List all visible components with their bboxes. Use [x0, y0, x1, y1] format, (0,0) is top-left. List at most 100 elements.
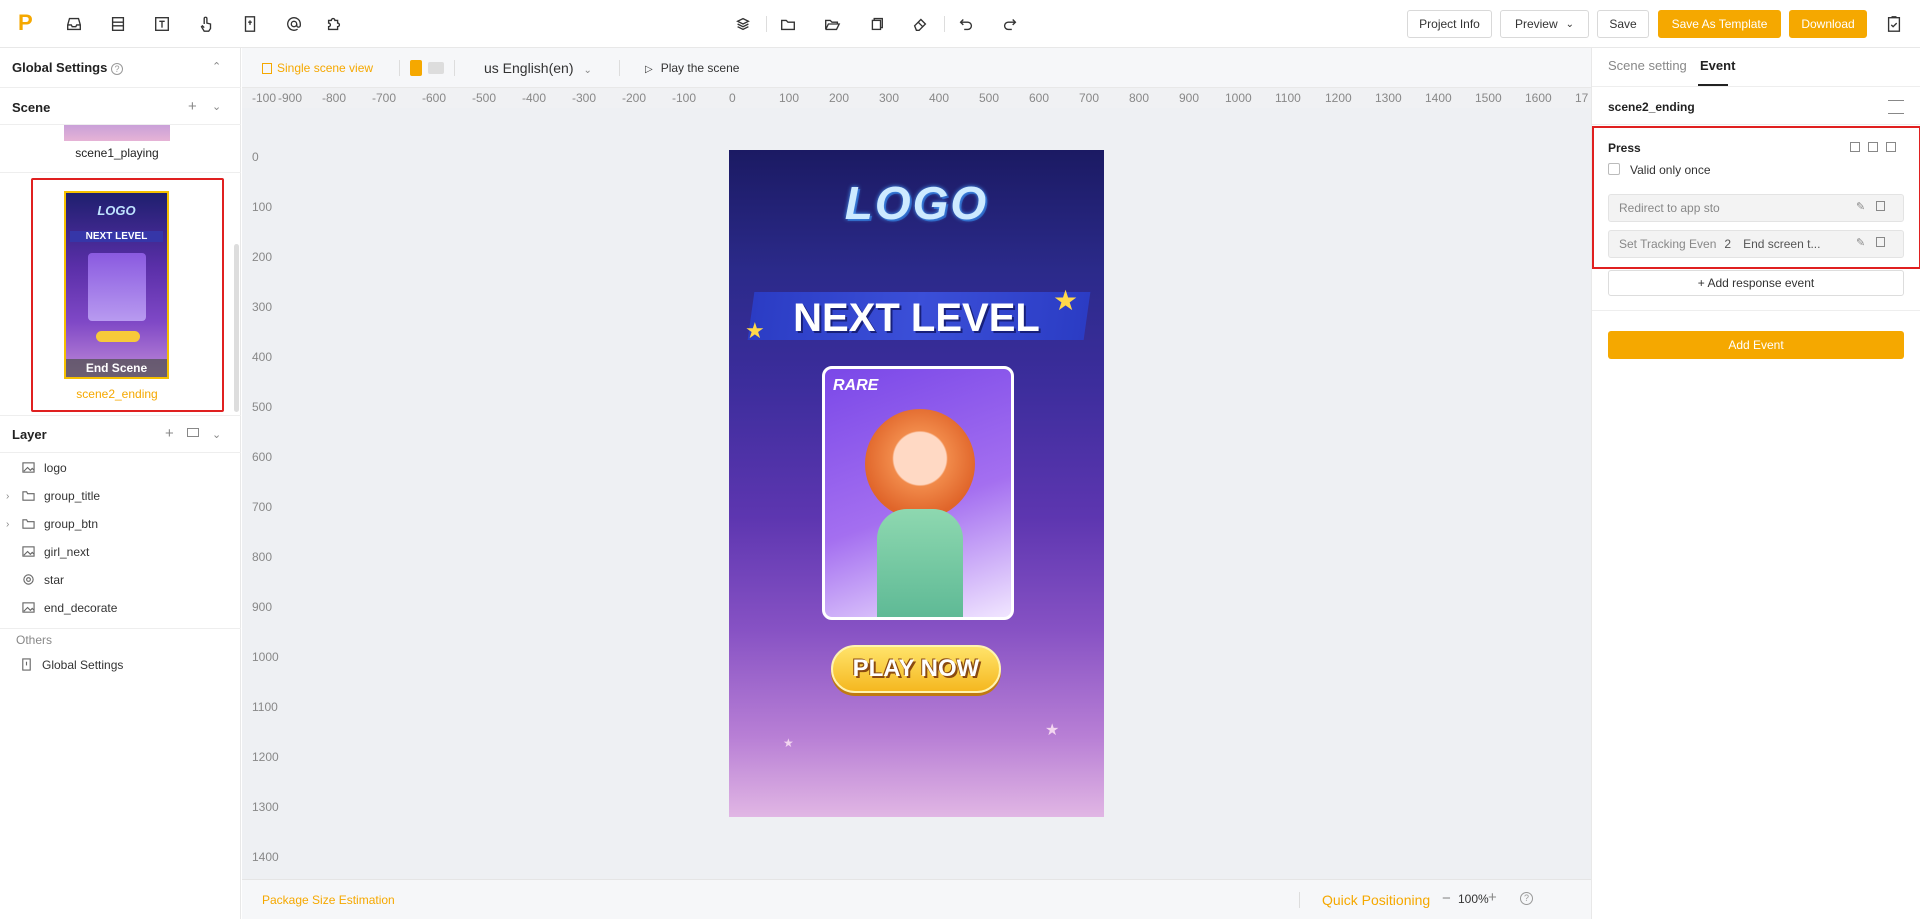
global-settings-header[interactable]: Global Settings ? [12, 60, 123, 75]
text-icon[interactable] [152, 14, 172, 34]
help-icon[interactable]: ? [110, 63, 123, 75]
edit-icon[interactable]: ✎ [1856, 236, 1865, 249]
play-scene-label: Play the scene [660, 61, 740, 75]
expand-arrow-icon[interactable]: › [6, 519, 22, 530]
at-icon[interactable] [284, 14, 304, 34]
color-swatch-gray[interactable] [428, 62, 444, 74]
layer-row-group-btn[interactable]: › group_btn [0, 511, 240, 537]
preview-dropdown[interactable]: Preview ⌄ [1500, 10, 1589, 38]
scene1-label[interactable]: scene1_playing [0, 146, 234, 160]
download-button[interactable]: Download [1789, 10, 1867, 38]
project-info-button[interactable]: Project Info [1407, 10, 1492, 38]
ruler-y-label: 1000 [252, 650, 279, 664]
scene-section-title: Scene [12, 100, 51, 115]
spine-icon [22, 573, 36, 587]
scene-artboard[interactable]: LOGO NEXT LEVEL ★ ★ RARE PLAY NOW ★ ★ [729, 150, 1104, 817]
layer-chevron-icon[interactable]: ⌄ [212, 428, 221, 441]
eraser-icon[interactable] [910, 14, 930, 34]
expand-arrow-icon[interactable]: › [6, 491, 22, 502]
scene2-thumbnail[interactable]: LOGO NEXT LEVEL End Scene [64, 191, 169, 379]
layer-row-group-title[interactable]: › group_title [0, 483, 240, 509]
ruler-y-label: 0 [252, 150, 259, 164]
others-global-settings[interactable]: Global Settings [0, 652, 240, 678]
ruler-x-label: -100 [672, 91, 697, 105]
add-folder-icon[interactable] [187, 428, 199, 437]
layer-label: group_btn [44, 517, 99, 531]
package-size-link[interactable]: Package Size Estimation [262, 893, 395, 907]
top-toolbar: P Project Info Preview ⌄ Save Save As Tem… [0, 0, 1920, 48]
help-icon[interactable]: ? [1520, 892, 1533, 905]
phone-frame-icon[interactable] [240, 14, 260, 34]
valid-once-checkbox[interactable] [1608, 163, 1620, 175]
save-as-template-button[interactable]: Save As Template [1658, 10, 1781, 38]
language-select[interactable]: us English(en) ⌄ [484, 60, 592, 76]
art-card[interactable]: RARE [822, 366, 1014, 620]
layout-icon[interactable] [108, 14, 128, 34]
delete-icon[interactable] [1876, 237, 1885, 247]
ruler-x-label: 700 [1079, 91, 1100, 105]
settings-sliders-icon[interactable] [1888, 100, 1904, 114]
art-girl-hair [865, 409, 975, 519]
redo-icon[interactable] [1000, 14, 1020, 34]
ruler-x-label: -600 [422, 91, 447, 105]
layer-row-end-decorate[interactable]: end_decorate [0, 595, 240, 621]
scene-chevron-icon[interactable]: ⌄ [212, 100, 221, 113]
tab-event[interactable]: Event [1700, 58, 1735, 73]
scene-scrollbar[interactable] [234, 244, 239, 412]
folder-open-icon[interactable] [822, 14, 842, 34]
add-event-button[interactable]: Add Event [1608, 331, 1904, 359]
global-settings-label: Global Settings [12, 60, 108, 75]
thumb-card [88, 253, 146, 321]
ruler-x-label: 17 [1575, 91, 1589, 105]
folder-icon [22, 489, 36, 503]
layer-row-star[interactable]: star [0, 567, 240, 593]
layer-row-logo[interactable]: logo [0, 455, 240, 481]
ruler-x-label: -300 [572, 91, 597, 105]
ruler-y-label: 1100 [252, 700, 278, 714]
others-title: Others [16, 633, 53, 647]
zoom-out-icon[interactable]: − [1442, 890, 1451, 907]
edit-icon[interactable]: ✎ [1856, 200, 1865, 213]
layer-label: girl_next [44, 545, 90, 559]
single-scene-view-toggle[interactable]: Single scene view [262, 61, 373, 75]
copy-icon[interactable] [866, 14, 886, 34]
add-scene-icon[interactable]: + [188, 98, 197, 115]
thumb-logo: LOGO [97, 203, 136, 218]
layer-label: group_title [44, 489, 101, 503]
delete-icon[interactable] [1876, 201, 1885, 211]
ruler-x-label: 1600 [1525, 91, 1552, 105]
scene2-label[interactable]: scene2_ending [0, 387, 234, 401]
add-response-button[interactable]: + Add response event [1608, 270, 1904, 296]
play-scene-button[interactable]: ▷ Play the scene [645, 61, 739, 75]
inbox-icon[interactable] [64, 14, 84, 34]
color-swatch-orange[interactable] [410, 60, 422, 76]
ruler-x-label: 1300 [1375, 91, 1402, 105]
single-scene-label: Single scene view [277, 61, 374, 75]
ruler-x-label: 1200 [1325, 91, 1352, 105]
thumb-title: NEXT LEVEL [70, 231, 163, 242]
plugin-icon[interactable] [324, 14, 344, 34]
layer-label: logo [44, 461, 67, 475]
scene1-thumbnail[interactable] [64, 125, 170, 141]
art-cta-label: PLAY NOW [852, 655, 980, 682]
art-logo[interactable]: LOGO [729, 176, 1104, 230]
event-delete-icon[interactable] [1886, 142, 1896, 152]
add-layer-icon[interactable]: + [165, 425, 174, 442]
event-edit-icon[interactable] [1850, 142, 1860, 152]
zoom-in-icon[interactable]: + [1488, 889, 1497, 906]
save-button[interactable]: Save [1597, 10, 1649, 38]
layer-row-girl-next[interactable]: girl_next [0, 539, 240, 565]
layer-label: end_decorate [44, 601, 118, 615]
quick-positioning-button[interactable]: Quick Positioning [1322, 892, 1430, 908]
folder-icon[interactable] [778, 14, 798, 34]
layers-icon[interactable] [733, 14, 753, 34]
collapse-icon[interactable]: ⌃ [212, 60, 221, 73]
undo-icon[interactable] [956, 14, 976, 34]
tab-scene-setting[interactable]: Scene setting [1608, 58, 1687, 73]
hand-pointer-icon[interactable] [196, 14, 216, 34]
checklist-icon[interactable] [1884, 14, 1904, 34]
event-copy-icon[interactable] [1868, 142, 1878, 152]
image-icon [22, 601, 36, 615]
ruler-y-label: 100 [252, 200, 273, 214]
art-girl-body [877, 509, 963, 617]
